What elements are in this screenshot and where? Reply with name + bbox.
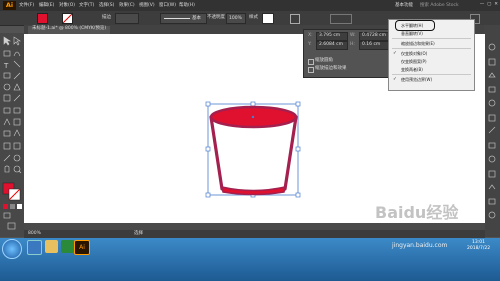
tools-panel: T <box>0 33 24 237</box>
opacity-field[interactable]: 100% <box>226 13 246 24</box>
menu-item-preview-bounds[interactable]: 使用预览边界(W) <box>401 77 432 82</box>
zoom-level[interactable]: 800% <box>28 231 41 237</box>
menu-view[interactable]: 视图(V) <box>139 3 155 9</box>
app-logo: Ai <box>3 1 16 10</box>
align-group[interactable] <box>330 14 352 24</box>
workspace-switcher[interactable]: 基本功能 <box>395 3 413 9</box>
stroke-label: 描边 <box>102 15 111 20</box>
menu-item-scale-strokes[interactable]: 缩放描边和效果(E) <box>401 41 435 46</box>
check-icon: ✓ <box>393 77 397 82</box>
stroke-weight-field[interactable] <box>115 13 139 24</box>
scale-corners-label: 缩放圆角 <box>315 58 333 63</box>
y-field[interactable]: 2.6084 cm <box>316 41 348 50</box>
menu-object[interactable]: 对象(O) <box>59 3 75 9</box>
check-icon: ✓ <box>393 51 397 56</box>
menu-bar: Ai 文件(F) 编辑(E) 对象(O) 文字(T) 选择(S) 效果(C) 视… <box>0 0 500 11</box>
menu-file[interactable]: 文件(F) <box>19 3 34 9</box>
clock-date: 2018/7/22 <box>467 246 491 251</box>
style-swatch[interactable] <box>262 13 274 24</box>
stroke-style-label: 基本 <box>192 16 201 21</box>
fill-swatch[interactable] <box>37 13 48 24</box>
highlight-circle <box>395 20 435 31</box>
status-bar: 800% 选择 <box>24 230 485 238</box>
menu-effect[interactable]: 效果(C) <box>119 3 135 9</box>
menu-help[interactable]: 帮助(H) <box>179 3 195 9</box>
menu-type[interactable]: 文字(T) <box>79 3 94 9</box>
ie-icon[interactable] <box>27 240 42 255</box>
style-label: 样式 <box>249 15 258 20</box>
menu-window[interactable]: 窗口(W) <box>159 3 176 9</box>
stroke-swatch[interactable] <box>62 13 73 24</box>
menu-select[interactable]: 选择(S) <box>99 3 114 9</box>
stock-search-input[interactable]: 搜索 Adobe Stock <box>420 3 459 9</box>
stroke-style-dropdown[interactable]: 基本 <box>160 13 207 24</box>
document-setup-icon[interactable] <box>290 14 300 24</box>
watermark-logo: Baidu经验 <box>375 203 459 222</box>
document-tab[interactable]: 未标题-1.ai* @ 800% (CMYK/预览) <box>28 26 111 34</box>
menu-item-transform-object[interactable]: 仅变换对象(O) <box>401 51 427 56</box>
svg-text:T: T <box>3 62 9 70</box>
menu-item-transform-both[interactable]: 变换两者(B) <box>401 67 423 72</box>
bucket-shape[interactable] <box>209 105 298 196</box>
current-tool: 选择 <box>134 231 143 236</box>
system-clock[interactable]: 13:01 2018/7/22 <box>467 240 490 252</box>
transform-panel: X: 3.795 cm W: 0.4728 cm Y: 2.6084 cm H:… <box>303 29 398 78</box>
x-field[interactable]: 3.795 cm <box>316 32 348 41</box>
start-button[interactable] <box>2 239 22 259</box>
window-controls[interactable]: — ▢ ✕ <box>480 2 498 8</box>
scale-strokes-label: 缩放描边和效果 <box>315 66 347 71</box>
media-icon[interactable] <box>61 240 74 253</box>
watermark-site: jingyan.baidu.com <box>392 242 448 249</box>
horizontal-scrollbar[interactable] <box>24 223 485 230</box>
scale-strokes-checkbox[interactable] <box>308 67 314 73</box>
menu-item-transform-pattern[interactable]: 仅变换图案(P) <box>401 59 427 64</box>
illustrator-taskbar-icon[interactable]: Ai <box>74 240 90 255</box>
menu-edit[interactable]: 编辑(E) <box>39 3 54 9</box>
stroke-color-icon[interactable] <box>9 189 20 200</box>
menu-item-flip-vertical[interactable]: 垂直翻转(V) <box>401 31 423 36</box>
right-dock <box>484 25 500 237</box>
opacity-label: 不透明度 <box>207 15 225 20</box>
explorer-icon[interactable] <box>45 240 58 253</box>
scale-corners-checkbox[interactable] <box>308 59 314 65</box>
